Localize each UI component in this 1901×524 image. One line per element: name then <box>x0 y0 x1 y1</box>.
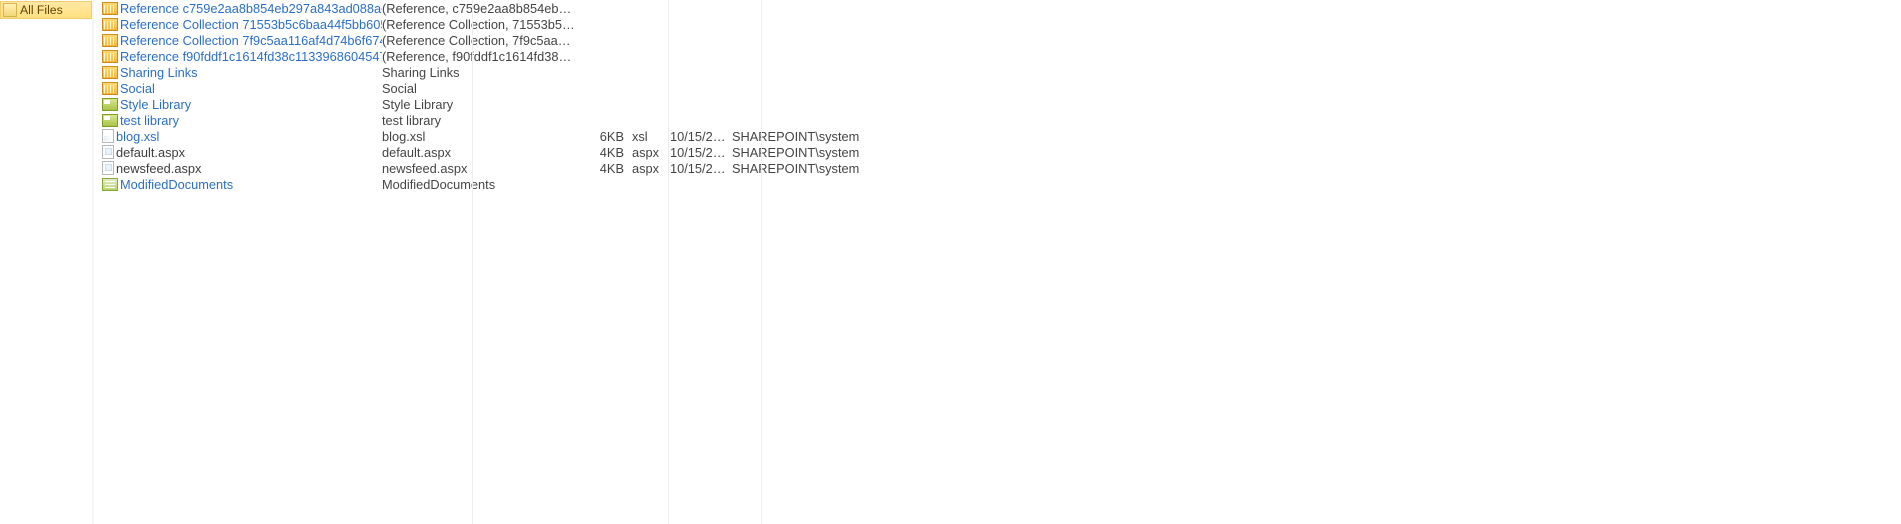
cell-name: ModifiedDocuments <box>94 177 382 192</box>
file-row[interactable]: Reference Collection 71553b5c6baa44f5bb6… <box>94 16 1901 32</box>
cell-name: Reference Collection 71553b5c6baa44f5bb6… <box>94 17 382 32</box>
aspx-file-icon <box>102 145 114 159</box>
document-list-icon <box>102 178 118 191</box>
file-name[interactable]: ModifiedDocuments <box>120 177 233 192</box>
file-row[interactable]: Reference c759e2aa8b854eb297a843ad088ae0… <box>94 0 1901 16</box>
file-row[interactable]: Reference f90fddf1c1614fd38c113396860454… <box>94 48 1901 64</box>
folder-icon <box>3 3 17 17</box>
cell-title: Style Library <box>382 97 576 112</box>
sidebar: All Files <box>0 0 94 524</box>
cell-title: default.aspx <box>382 145 576 160</box>
cell-name: blog.xsl <box>94 129 382 144</box>
cell-size: 4KB <box>576 161 630 176</box>
file-row[interactable]: Style Library Style Library <box>94 96 1901 112</box>
cell-title: test library <box>382 113 576 128</box>
file-row[interactable]: newsfeed.aspxnewsfeed.aspx4KBaspx10/15/2… <box>94 160 1901 176</box>
cell-type: aspx <box>630 161 666 176</box>
file-name[interactable]: Style Library <box>120 97 191 112</box>
file-row[interactable]: Sharing Links Sharing Links <box>94 64 1901 80</box>
tree-item-all-files[interactable]: All Files <box>0 1 92 19</box>
tree-item-label: All Files <box>20 3 63 17</box>
file-name[interactable]: newsfeed.aspx <box>116 161 201 176</box>
cell-modified: 10/15/20… <box>666 161 726 176</box>
cell-title: Sharing Links <box>382 65 576 80</box>
file-name[interactable]: blog.xsl <box>116 129 159 144</box>
file-row[interactable]: Social Social <box>94 80 1901 96</box>
aspx-file-icon <box>102 161 114 175</box>
file-name[interactable]: Sharing Links <box>120 65 198 80</box>
cell-modified: 10/15/20… <box>666 145 726 160</box>
cell-size: 6KB <box>576 129 630 144</box>
column-divider <box>472 0 473 524</box>
file-row[interactable]: ModifiedDocuments ModifiedDocuments <box>94 176 1901 192</box>
cell-size: 4KB <box>576 145 630 160</box>
cell-title: blog.xsl <box>382 129 576 144</box>
file-name[interactable]: Reference Collection 71553b5c6baa44f5bb6… <box>120 17 382 32</box>
file-name[interactable]: test library <box>120 113 179 128</box>
folder-icon <box>102 50 118 63</box>
cell-name: Social <box>94 81 382 96</box>
app-root: All Files Reference c759e2aa8b854eb297a8… <box>0 0 1901 524</box>
file-name[interactable]: Reference c759e2aa8b854eb297a843ad088ae0… <box>120 1 382 16</box>
cell-title: (Reference, f90fddf1c1614fd38c1… <box>382 49 576 64</box>
cell-modified-by: SHAREPOINT\system <box>726 161 932 176</box>
cell-title: (Reference Collection, 7f9c5aa11… <box>382 33 576 48</box>
cell-modified-by: SHAREPOINT\system <box>726 145 932 160</box>
folder-icon <box>102 82 118 95</box>
cell-name: default.aspx <box>94 145 382 160</box>
cell-modified: 10/15/20… <box>666 129 726 144</box>
cell-name: Reference c759e2aa8b854eb297a843ad088ae0… <box>94 1 382 16</box>
cell-name: Sharing Links <box>94 65 382 80</box>
cell-title: Social <box>382 81 576 96</box>
file-row[interactable]: test library test library <box>94 112 1901 128</box>
cell-modified-by: SHAREPOINT\system <box>726 129 932 144</box>
library-icon <box>102 114 118 127</box>
file-row[interactable]: default.aspxdefault.aspx4KBaspx10/15/20…… <box>94 144 1901 160</box>
folder-icon <box>102 2 118 15</box>
folder-icon <box>102 34 118 47</box>
column-divider <box>668 0 669 524</box>
folder-icon <box>102 66 118 79</box>
file-name[interactable]: Social <box>120 81 155 96</box>
cell-name: newsfeed.aspx <box>94 161 382 176</box>
column-divider <box>761 0 762 524</box>
file-list: Reference c759e2aa8b854eb297a843ad088ae0… <box>94 0 1901 524</box>
cell-name: Style Library <box>94 97 382 112</box>
file-row[interactable]: blog.xslblog.xsl6KBxsl10/15/20…SHAREPOIN… <box>94 128 1901 144</box>
file-row[interactable]: Reference Collection 7f9c5aa116af4d74b6f… <box>94 32 1901 48</box>
cell-name: Reference f90fddf1c1614fd38c113396860454… <box>94 49 382 64</box>
cell-name: test library <box>94 113 382 128</box>
file-name[interactable]: default.aspx <box>116 145 185 160</box>
library-icon <box>102 98 118 111</box>
cell-title: (Reference Collection, 71553b5c6… <box>382 17 576 32</box>
folder-icon <box>102 18 118 31</box>
cell-name: Reference Collection 7f9c5aa116af4d74b6f… <box>94 33 382 48</box>
cell-title: ModifiedDocuments <box>382 177 576 192</box>
cell-title: (Reference, c759e2aa8b854eb297… <box>382 1 576 16</box>
xsl-file-icon <box>102 129 114 143</box>
file-name[interactable]: Reference Collection 7f9c5aa116af4d74b6f… <box>120 33 382 48</box>
cell-type: aspx <box>630 145 666 160</box>
file-name[interactable]: Reference f90fddf1c1614fd38c113396860454… <box>120 49 382 64</box>
cell-type: xsl <box>630 129 666 144</box>
cell-title: newsfeed.aspx <box>382 161 576 176</box>
